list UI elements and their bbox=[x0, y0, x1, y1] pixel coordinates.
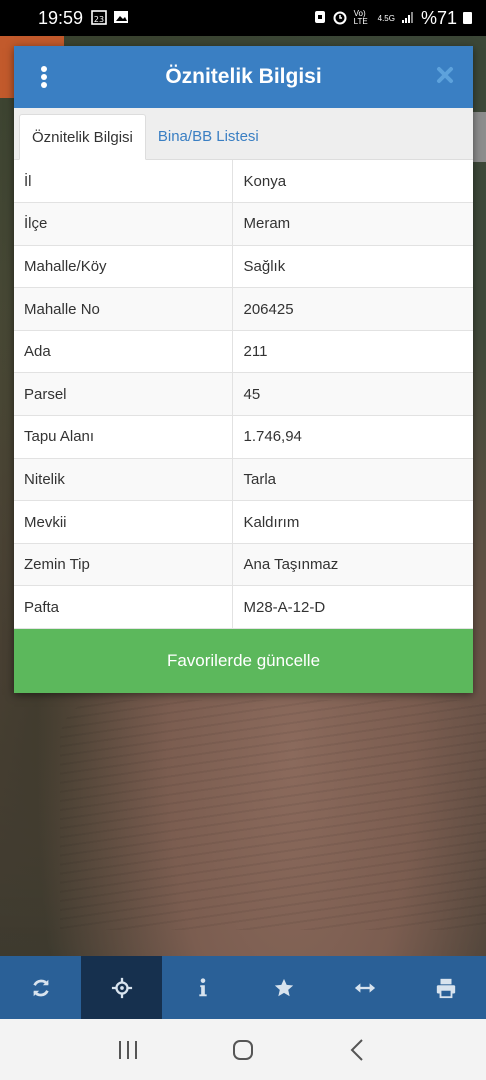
toolbar-print-button[interactable] bbox=[405, 956, 486, 1019]
table-row: Pafta M28-A-12-D bbox=[14, 585, 473, 630]
recent-apps-button[interactable] bbox=[108, 1030, 148, 1070]
battery-percent: %71 bbox=[420, 7, 457, 28]
map-field-texture bbox=[60, 700, 486, 930]
attribute-value: Sağlık bbox=[232, 245, 473, 289]
toolbar-info-button[interactable] bbox=[162, 956, 243, 1019]
attribute-key: Nitelik bbox=[14, 458, 233, 502]
table-row: Mahalle No 206425 bbox=[14, 287, 473, 331]
measure-icon bbox=[354, 982, 375, 993]
system-nav-bar bbox=[0, 1019, 486, 1080]
signal-icon bbox=[401, 10, 415, 27]
toolbar-favorites-button[interactable] bbox=[243, 956, 324, 1019]
attribute-value: Ana Taşınmaz bbox=[232, 543, 473, 587]
more-menu-icon[interactable] bbox=[38, 66, 50, 88]
attribute-value: M28-A-12-D bbox=[232, 585, 473, 630]
attribute-key: Pafta bbox=[14, 585, 233, 630]
attribute-value: Kaldırım bbox=[232, 500, 473, 544]
tab-building-list[interactable]: Bina/BB Listesi bbox=[146, 113, 271, 159]
attribute-key: Mahalle/Köy bbox=[14, 245, 233, 289]
refresh-icon bbox=[32, 979, 49, 996]
attribute-key: İlçe bbox=[14, 202, 233, 246]
battery-icon bbox=[463, 12, 472, 24]
home-icon bbox=[232, 1039, 253, 1060]
home-button[interactable] bbox=[223, 1030, 263, 1070]
attribute-key: Tapu Alanı bbox=[14, 415, 233, 459]
attribute-value: 1.746,94 bbox=[232, 415, 473, 459]
status-time: 19:59 bbox=[38, 7, 84, 28]
dialog-header: Öznitelik Bilgisi bbox=[14, 46, 473, 108]
attribute-table: İl Konya İlçe Meram Mahalle/Köy Sağlık Mahalle… bbox=[14, 160, 473, 630]
attribute-key: Zemin Tip bbox=[14, 543, 233, 587]
table-row: Zemin Tip Ana Taşınmaz bbox=[14, 543, 473, 587]
table-row: Parsel 45 bbox=[14, 372, 473, 417]
attribute-key: Ada bbox=[14, 330, 233, 374]
toolbar-locate-button[interactable] bbox=[81, 956, 162, 1019]
table-row: Mahalle/Köy Sağlık bbox=[14, 245, 473, 289]
update-favorites-button[interactable]: Favorilerde güncelle bbox=[14, 629, 473, 693]
locate-icon bbox=[111, 977, 132, 998]
back-icon bbox=[350, 1038, 364, 1061]
attribute-value: Konya bbox=[232, 160, 473, 204]
svg-text:23: 23 bbox=[94, 15, 104, 24]
calendar-notification-icon: 23 bbox=[91, 9, 107, 28]
attribute-value: Meram bbox=[232, 202, 473, 246]
recent-apps-icon bbox=[118, 1040, 137, 1059]
volte-label: Vo) LTE bbox=[353, 9, 368, 26]
table-row: Mevkii Kaldırım bbox=[14, 500, 473, 544]
map-toolbar bbox=[0, 956, 486, 1019]
print-icon bbox=[436, 978, 455, 998]
tab-attribute-info[interactable]: Öznitelik Bilgisi bbox=[19, 114, 146, 160]
attribute-value: 45 bbox=[232, 372, 473, 417]
network-label: 4.5G bbox=[377, 13, 395, 23]
toolbar-refresh-button[interactable] bbox=[0, 956, 81, 1019]
toolbar-measure-button[interactable] bbox=[324, 956, 405, 1019]
nfc-icon bbox=[314, 10, 326, 27]
attribute-value: 206425 bbox=[232, 287, 473, 331]
attribute-key: Mevkii bbox=[14, 500, 233, 544]
attribute-value: 211 bbox=[232, 330, 473, 374]
table-row: İl Konya bbox=[14, 160, 473, 204]
dialog-title: Öznitelik Bilgisi bbox=[165, 65, 322, 88]
table-row: Tapu Alanı 1.746,94 bbox=[14, 415, 473, 459]
info-icon bbox=[198, 977, 207, 996]
status-bar: 19:59 23 Vo) LTE 4.5G %71 bbox=[0, 0, 486, 36]
close-icon[interactable] bbox=[433, 63, 457, 87]
alarm-icon bbox=[332, 9, 348, 28]
dialog-tabs: Öznitelik Bilgisi Bina/BB Listesi bbox=[14, 108, 473, 160]
attribute-key: Parsel bbox=[14, 372, 233, 417]
table-row: İlçe Meram bbox=[14, 202, 473, 246]
back-button[interactable] bbox=[338, 1030, 378, 1070]
attribute-info-dialog: Öznitelik Bilgisi Öznitelik Bilgisi Bina… bbox=[14, 46, 473, 693]
attribute-key: İl bbox=[14, 160, 233, 204]
attribute-key: Mahalle No bbox=[14, 287, 233, 331]
gallery-notification-icon bbox=[113, 9, 129, 28]
attribute-value: Tarla bbox=[232, 458, 473, 502]
table-row: Ada 211 bbox=[14, 330, 473, 374]
star-icon bbox=[274, 978, 293, 996]
table-row: Nitelik Tarla bbox=[14, 458, 473, 502]
